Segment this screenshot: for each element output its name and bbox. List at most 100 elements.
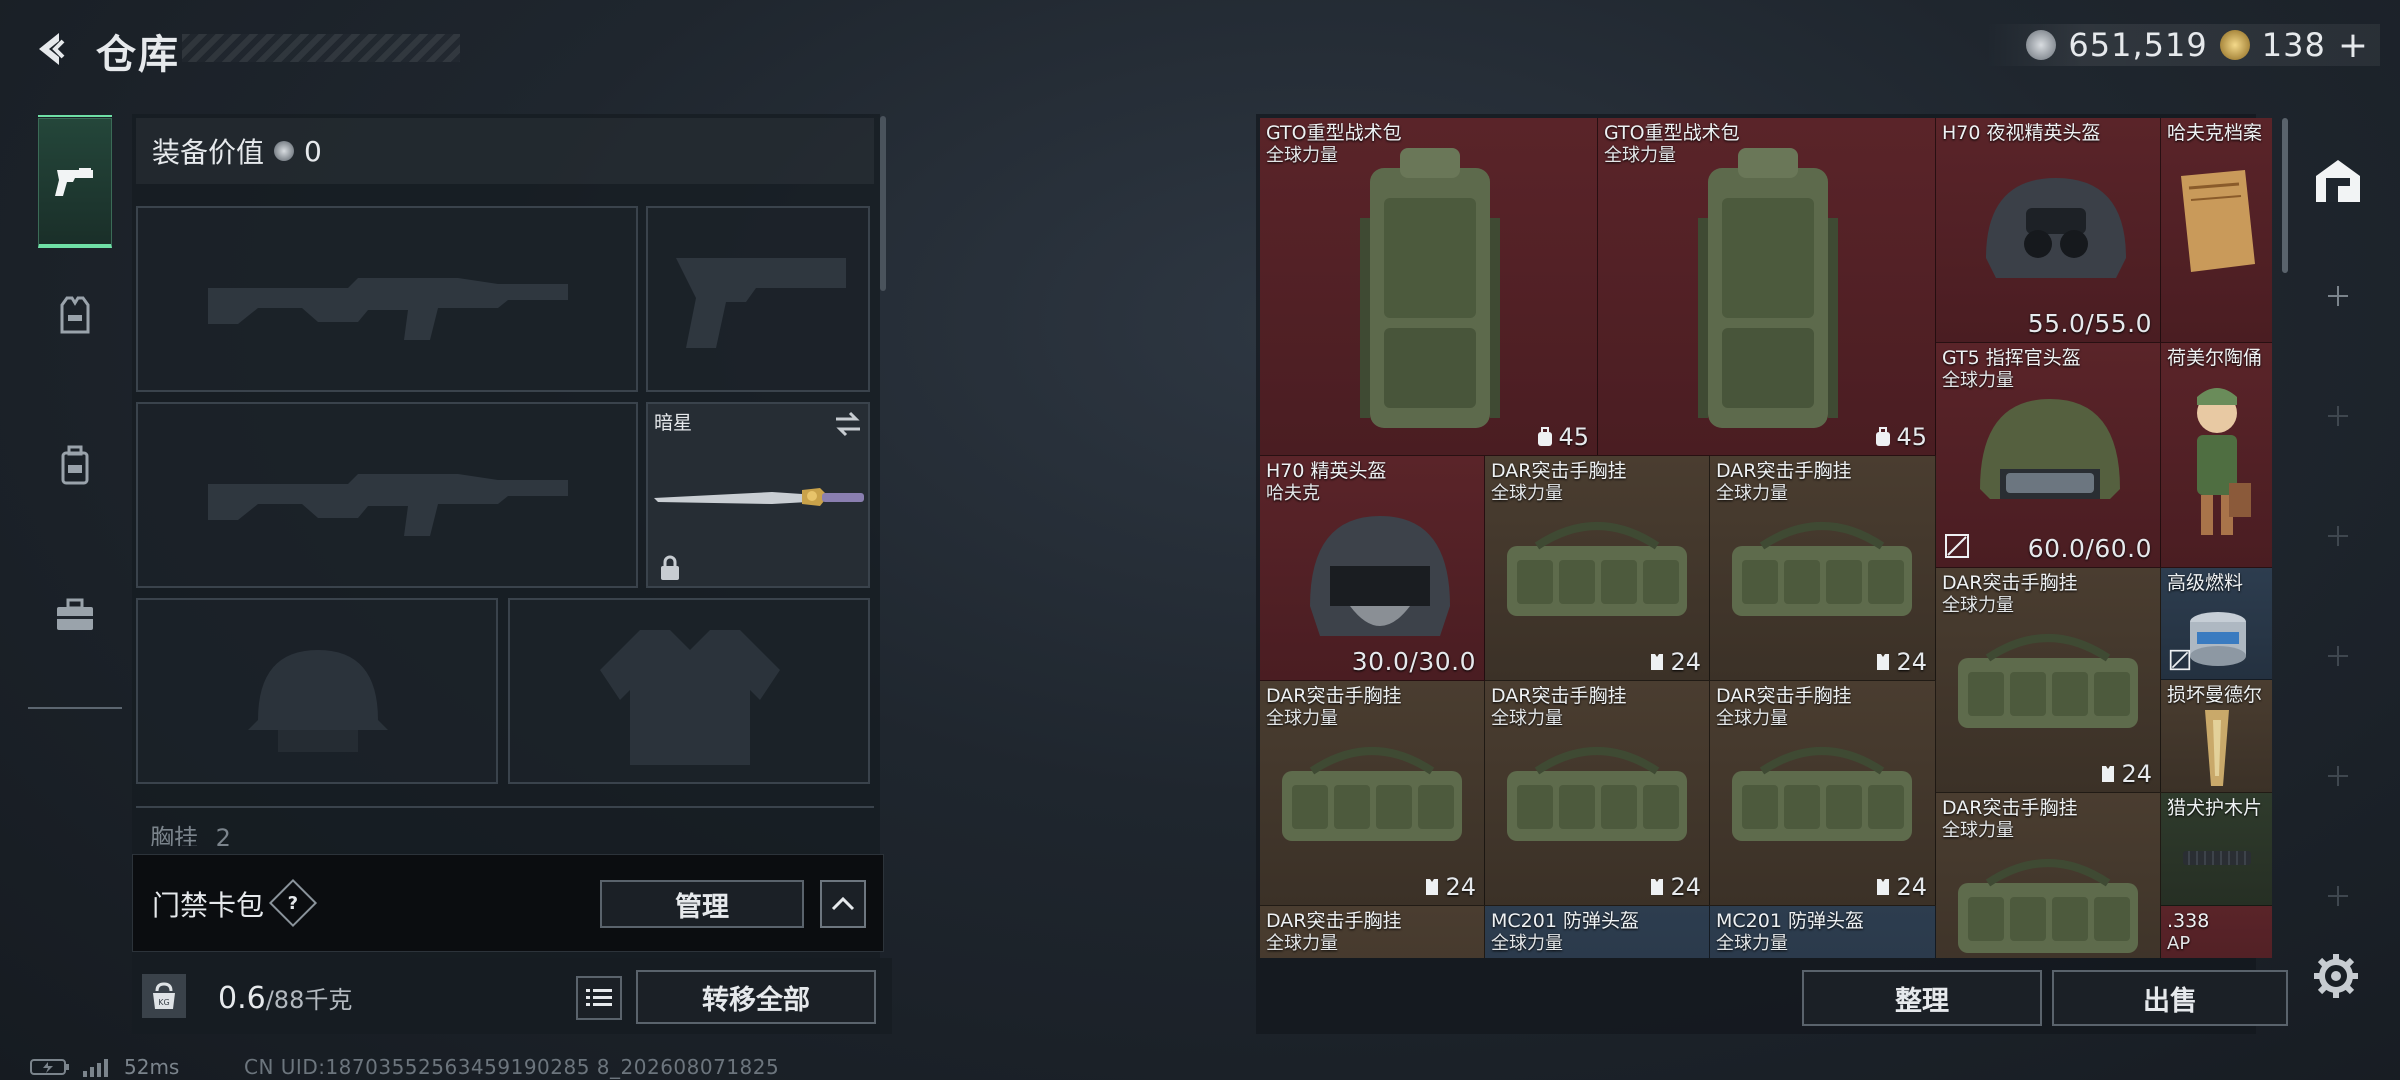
stash-item[interactable]: 哈夫克档案 <box>2161 118 2272 343</box>
item-name: 高级燃料 <box>2167 572 2244 594</box>
stash-item[interactable]: H70 夜视精英头盔 55.0/55.0 <box>1936 118 2161 343</box>
silver-coin-icon <box>2026 30 2057 60</box>
chest-rig-icon <box>1732 747 1912 841</box>
add-page-button[interactable] <box>2320 758 2356 794</box>
add-page-button[interactable] <box>2320 878 2356 914</box>
stash-item[interactable]: H70 精英头盔 哈夫克 30.0/30.0 <box>1260 456 1485 681</box>
rig-small-icon <box>1877 654 1890 670</box>
stash-scrollbar[interactable] <box>2282 118 2288 273</box>
chest-rig-icon <box>1958 859 2138 953</box>
stash-item[interactable]: DAR突击手胸挂全球力量 24 <box>1485 681 1710 906</box>
stash-item[interactable]: 猎犬护木片 <box>2161 793 2272 906</box>
weight-capacity: /88千克 <box>265 986 353 1014</box>
ping-text: 52ms <box>124 1055 180 1079</box>
stash-item[interactable]: .338 AP <box>2161 906 2272 958</box>
chest-rig-section[interactable]: 胸挂 2 <box>136 806 874 846</box>
pistol-icon <box>55 167 93 196</box>
tab-armor[interactable] <box>38 270 112 360</box>
stash-item[interactable]: GTO重型战术包 全球力量 45 <box>1260 118 1598 456</box>
item-name: 猎犬护木片 <box>2167 797 2263 819</box>
stash-item[interactable]: DAR突击手胸挂全球力量 24 <box>1260 681 1485 906</box>
helmet-icon <box>1980 399 2120 499</box>
stash-item[interactable]: MC201 防弹头盔 全球力量 <box>1710 906 1936 958</box>
plus-icon <box>2328 766 2348 786</box>
plus-icon <box>2328 286 2348 306</box>
item-name: DAR突击手胸挂 全球力量 <box>1491 685 1627 729</box>
melee-slot[interactable]: 暗星 <box>646 402 870 588</box>
chest-rig-label: 胸挂 <box>150 824 198 846</box>
transfer-all-button[interactable]: 转移全部 <box>636 970 876 1024</box>
chest-rig-icon <box>1507 747 1687 841</box>
item-name: DAR突击手胸挂 全球力量 <box>1266 910 1402 954</box>
chest-rig-icon <box>1282 747 1462 841</box>
signal-icon <box>83 1059 108 1077</box>
stash-page-home[interactable] <box>2296 140 2380 220</box>
settings-button[interactable] <box>2310 950 2362 1002</box>
pistol-slot[interactable] <box>646 206 870 392</box>
tab-weapons[interactable] <box>38 118 112 248</box>
stash-item[interactable]: DAR突击手胸挂全球力量 24 <box>1710 681 1936 906</box>
stash-item[interactable]: GTO重型战术包 全球力量 45 <box>1598 118 1936 456</box>
stash-item[interactable]: MC201 防弹头盔 全球力量 <box>1485 906 1710 958</box>
pistol-silhouette-icon <box>676 258 846 348</box>
stash-item[interactable]: DAR突击手胸挂全球力量 24 <box>1710 456 1936 681</box>
collapse-button[interactable] <box>820 880 866 928</box>
add-page-button[interactable] <box>2320 518 2356 554</box>
backpack-small-icon <box>1876 427 1891 446</box>
backpack-small-icon <box>1538 427 1553 446</box>
plus-icon <box>2328 886 2348 906</box>
item-capacity: 24 <box>2099 760 2152 788</box>
backpack-icon <box>1698 148 1838 428</box>
tab-toolbox[interactable] <box>38 570 112 660</box>
sort-button[interactable]: 整理 <box>1802 970 2042 1026</box>
swap-icon[interactable] <box>832 410 864 438</box>
manage-button[interactable]: 管理 <box>600 880 804 928</box>
melee-name: 暗星 <box>654 412 693 434</box>
add-page-button[interactable] <box>2320 278 2356 314</box>
svg-text:KG: KG <box>158 998 169 1007</box>
item-capacity: 24 <box>1874 648 1927 676</box>
title-decoration <box>182 34 460 62</box>
document-icon <box>2181 170 2255 272</box>
stash-item[interactable]: 荷美尔陶俑 <box>2161 343 2272 568</box>
equipment-value-amount: 0 <box>304 134 322 168</box>
armor-vest-icon <box>60 296 90 334</box>
list-view-button[interactable] <box>576 976 622 1020</box>
helmet-slot[interactable] <box>136 598 498 784</box>
sell-button[interactable]: 出售 <box>2052 970 2288 1026</box>
stash-item[interactable]: DAR突击手胸挂全球力量 24 <box>1485 456 1710 681</box>
item-durability: 60.0/60.0 <box>2027 534 2152 563</box>
item-name: DAR突击手胸挂 全球力量 <box>1716 685 1852 729</box>
stash-item[interactable]: DAR突击手胸挂全球力量 24 <box>1936 793 2161 958</box>
stash-item[interactable]: 损坏曼德尔 <box>2161 680 2272 793</box>
primary-weapon-slot[interactable] <box>136 206 638 392</box>
body-armor-slot[interactable] <box>508 598 870 784</box>
equipment-value: 装备价值 0 <box>136 118 874 184</box>
tab-backpack[interactable] <box>38 420 112 510</box>
gold-balance: 138 <box>2261 26 2326 64</box>
add-page-button[interactable] <box>2320 398 2356 434</box>
stash-item[interactable]: GT5 指挥官头盔 全球力量 60.0/60.0 <box>1936 343 2161 568</box>
item-capacity: 45 <box>1536 423 1589 451</box>
item-name: DAR突击手胸挂 全球力量 <box>1266 685 1402 729</box>
stash-item[interactable]: DAR突击手胸挂全球力量 24 <box>1936 568 2161 793</box>
item-name: DAR突击手胸挂 全球力量 <box>1942 572 2078 616</box>
helmet-icon <box>1310 516 1450 636</box>
chest-rig-count: 2 <box>215 824 231 846</box>
stash-item[interactable]: 高级燃料 <box>2161 568 2272 680</box>
help-glyph: ? <box>287 892 299 914</box>
stash-item[interactable]: DAR突击手胸挂 全球力量 <box>1260 906 1485 958</box>
item-capacity: 24 <box>1648 648 1701 676</box>
item-name: DAR突击手胸挂 全球力量 <box>1716 460 1852 504</box>
plus-icon <box>2328 526 2348 546</box>
equipment-scrollbar[interactable] <box>880 116 886 291</box>
chest-rig-icon <box>1732 522 1912 616</box>
secondary-weapon-slot[interactable] <box>136 402 638 588</box>
figurine-icon <box>2197 388 2251 535</box>
item-durability: 30.0/30.0 <box>1351 647 1476 676</box>
plus-icon <box>2328 646 2348 666</box>
add-currency-button[interactable]: + <box>2338 25 2368 66</box>
back-button[interactable] <box>26 24 76 74</box>
equipment-value-label: 装备价值 <box>152 136 265 169</box>
add-page-button[interactable] <box>2320 638 2356 674</box>
